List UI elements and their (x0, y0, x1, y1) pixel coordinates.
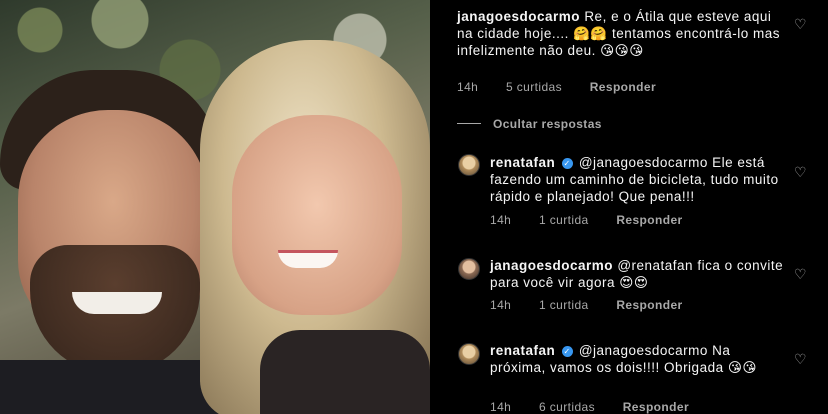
man-smile (72, 292, 162, 314)
comment-mention[interactable]: @janagoesdocarmo (579, 343, 708, 358)
comment-text: janagoesdocarmo @renatafan fica o convit… (490, 257, 790, 291)
comment-likes[interactable]: 5 curtidas (506, 80, 562, 94)
comment-meta: 14h 5 curtidas Responder (457, 80, 680, 94)
verified-badge-icon: ✓ (561, 158, 573, 169)
heart-outline-icon[interactable]: ♡ (794, 353, 808, 367)
comment-text: renatafan ✓ @janagoesdocarmo Ele está fa… (490, 154, 790, 205)
heart-outline-icon[interactable]: ♡ (794, 18, 808, 32)
heart-outline-icon[interactable]: ♡ (794, 268, 808, 282)
comment-meta: 14h 6 curtidas Responder (490, 400, 713, 414)
hide-replies-button[interactable]: Ocultar respostas (457, 117, 602, 131)
comment-username[interactable]: renatafan (490, 343, 555, 358)
comment-username[interactable]: janagoesdocarmo (490, 258, 613, 273)
avatar[interactable] (458, 343, 480, 365)
hide-replies-label: Ocultar respostas (493, 117, 602, 131)
woman-top (260, 330, 430, 414)
woman-face (232, 115, 402, 315)
comment-mention[interactable]: @janagoesdocarmo (579, 155, 708, 170)
avatar[interactable] (458, 258, 480, 280)
comment-likes[interactable]: 1 curtida (539, 298, 589, 312)
divider-line (457, 123, 481, 124)
comments-panel: janagoesdocarmo Re, e o Átila que esteve… (430, 0, 828, 414)
woman-smile (278, 250, 338, 268)
comment-text: renatafan ✓ @janagoesdocarmo Na próxima,… (490, 342, 790, 376)
comment-time: 14h (490, 213, 512, 227)
reply-button[interactable]: Responder (616, 213, 682, 227)
comment-meta: 14h 1 curtida Responder (490, 213, 707, 227)
comment-likes[interactable]: 6 curtidas (539, 400, 595, 414)
comment-mention[interactable]: @renatafan (617, 258, 693, 273)
comment-time: 14h (490, 400, 512, 414)
comment-likes[interactable]: 1 curtida (539, 213, 589, 227)
comment-time: 14h (457, 80, 479, 94)
heart-outline-icon[interactable]: ♡ (794, 166, 808, 180)
reply-button[interactable]: Responder (590, 80, 656, 94)
comment-username[interactable]: janagoesdocarmo (457, 9, 580, 24)
comment-time: 14h (490, 298, 512, 312)
verified-badge-icon: ✓ (561, 346, 573, 357)
post-photo (0, 0, 430, 414)
comment-meta: 14h 1 curtida Responder (490, 298, 707, 312)
avatar[interactable] (458, 154, 480, 176)
comment-text: janagoesdocarmo Re, e o Átila que esteve… (457, 8, 790, 59)
reply-button[interactable]: Responder (623, 400, 689, 414)
reply-button[interactable]: Responder (616, 298, 682, 312)
comment-username[interactable]: renatafan (490, 155, 555, 170)
